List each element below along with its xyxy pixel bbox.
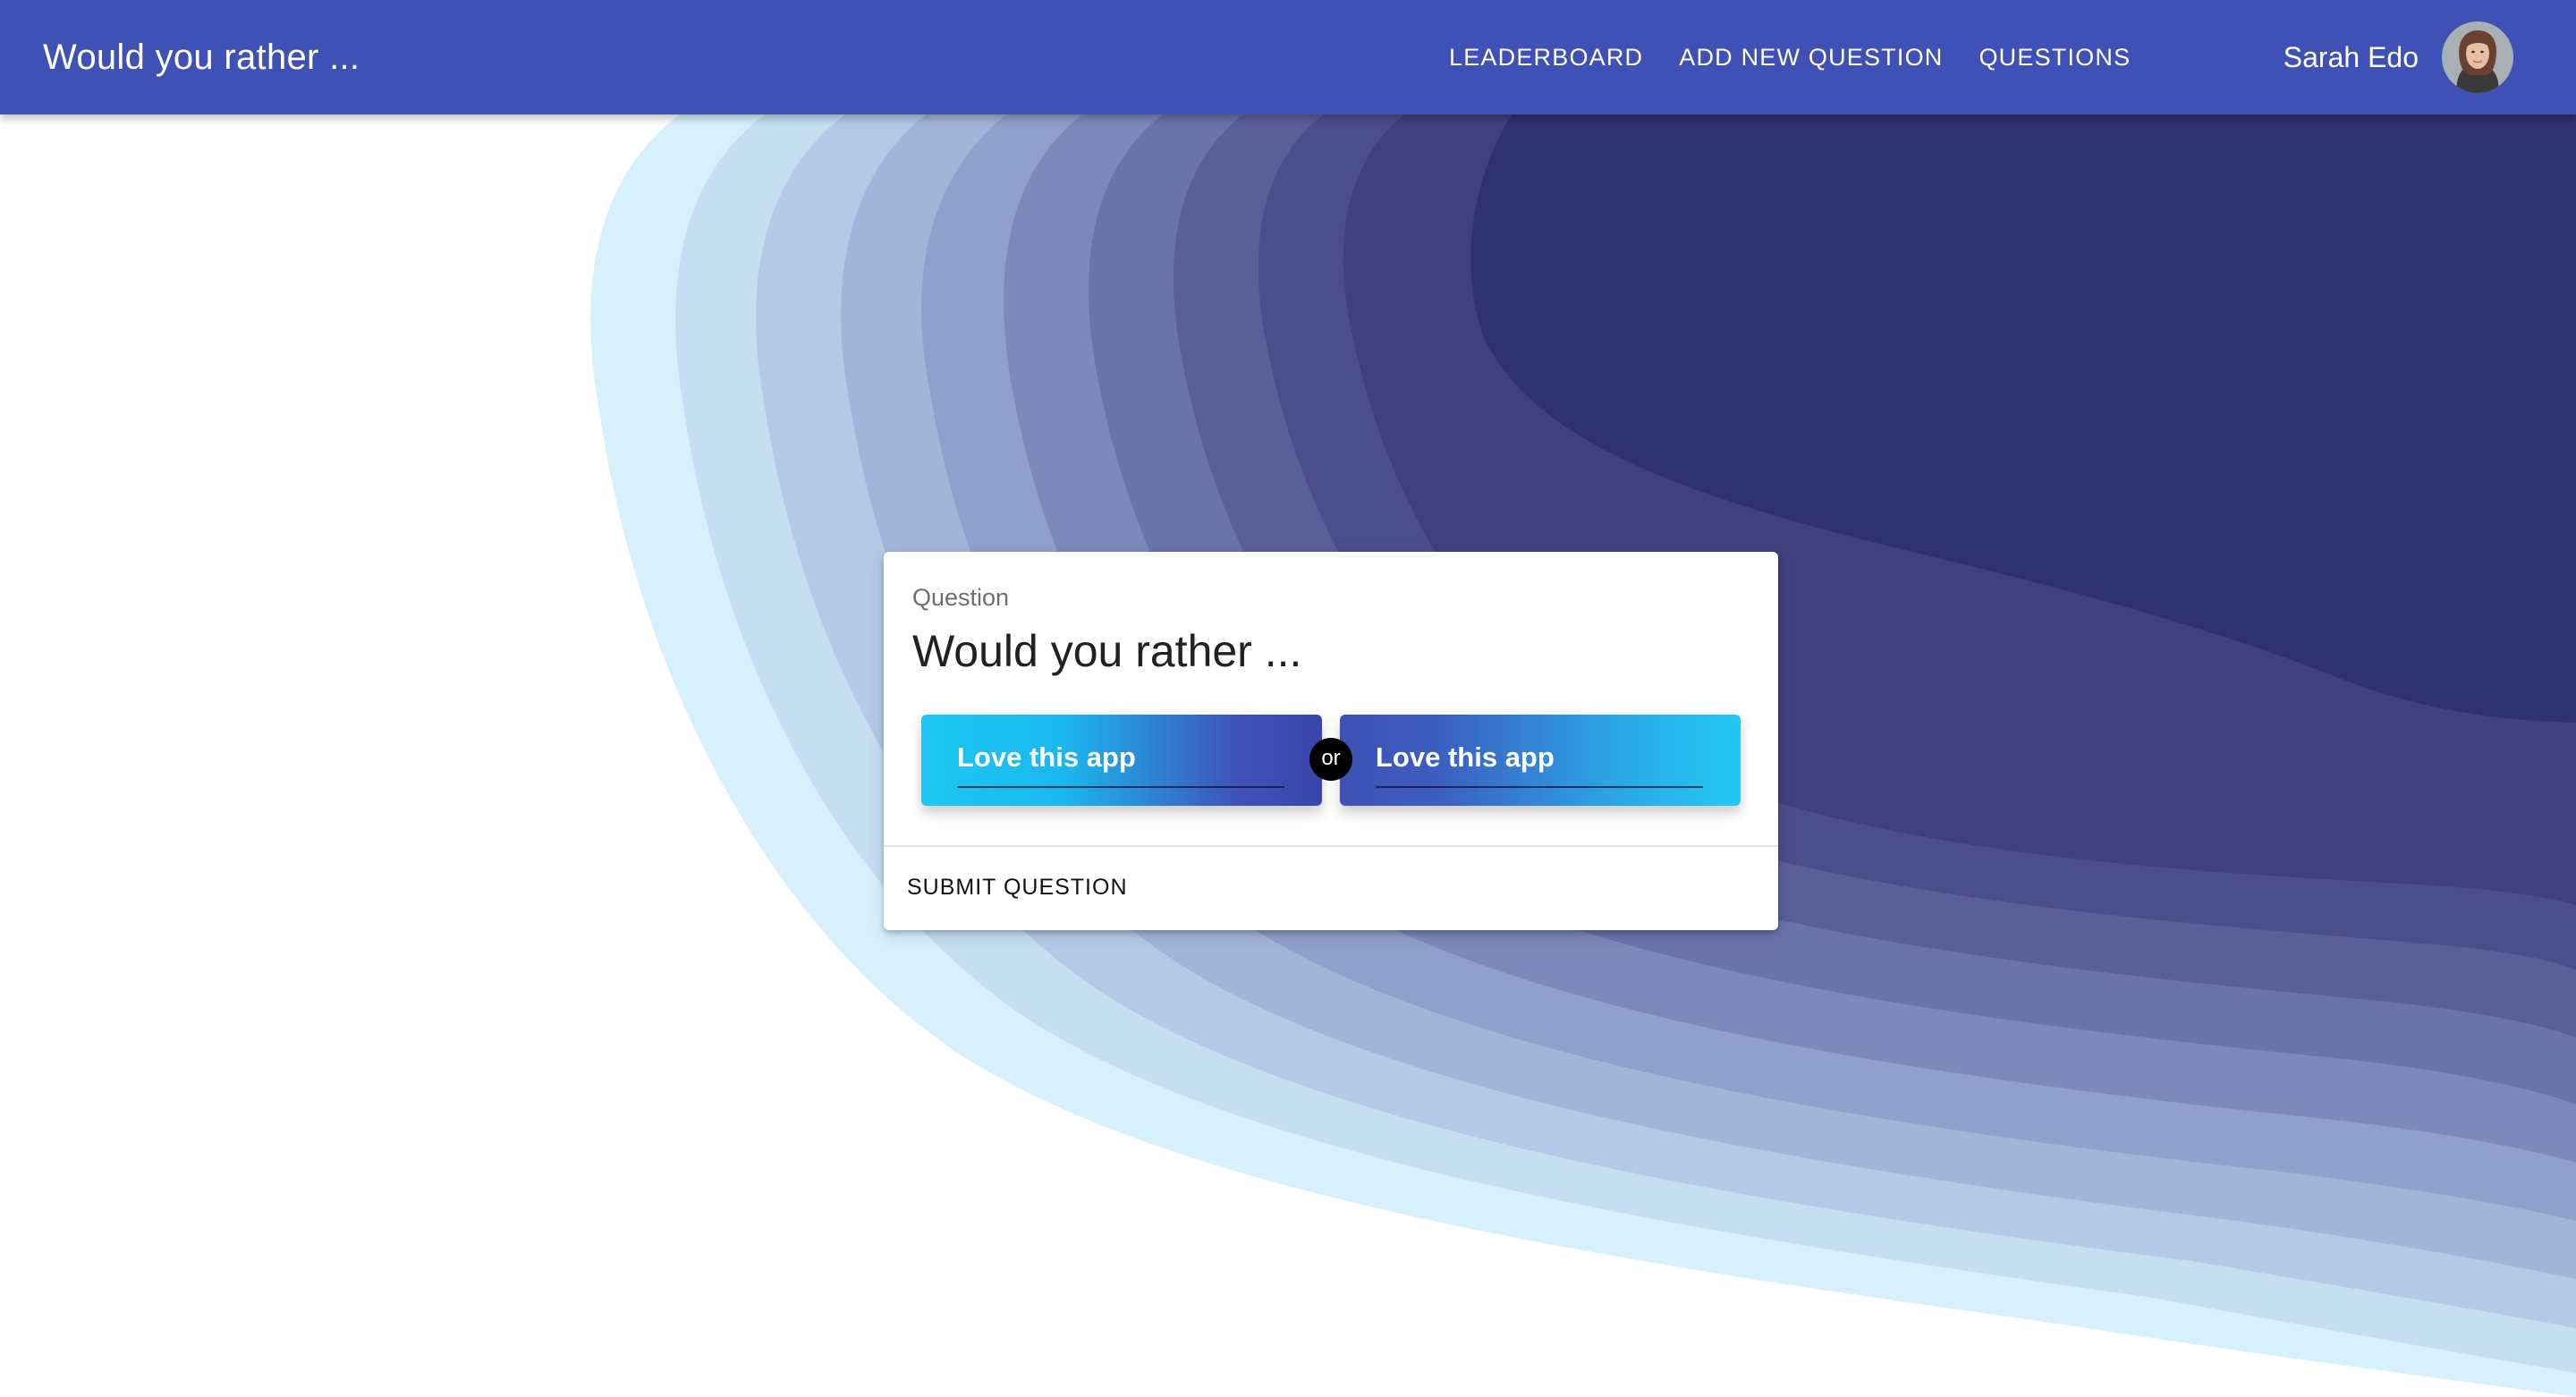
option-one-field[interactable]: Love this app	[921, 715, 1322, 806]
user-name: Sarah Edo	[2283, 40, 2419, 73]
submit-question-button[interactable]: SUBMIT QUESTION	[898, 861, 1137, 913]
avatar[interactable]	[2442, 21, 2513, 93]
option-one-text: Love this app	[957, 741, 1136, 773]
card-label: Question	[912, 584, 1010, 611]
question-card: Question Would you rather ... Love this …	[884, 552, 1778, 930]
user-menu[interactable]: Sarah Edo	[2284, 0, 2513, 114]
or-badge: or	[1309, 738, 1352, 781]
nav-questions[interactable]: QUESTIONS	[1961, 44, 2148, 72]
app-title[interactable]: Would you rather ...	[43, 0, 360, 114]
card-title: Would you rather ...	[912, 626, 1302, 676]
nav-leaderboard[interactable]: LEADERBOARD	[1431, 44, 1661, 72]
app-bar: Would you rather ... LEADERBOARD ADD NEW…	[0, 0, 2576, 114]
option-two-text: Love this app	[1376, 741, 1555, 773]
option-two-underline	[1376, 786, 1703, 788]
option-two-field[interactable]: Love this app	[1340, 715, 1741, 806]
nav-add-new-question[interactable]: ADD NEW QUESTION	[1661, 44, 1961, 72]
page: Would you rather ... LEADERBOARD ADD NEW…	[0, 0, 2576, 1397]
option-one-underline	[957, 786, 1284, 788]
card-divider	[884, 845, 1778, 847]
main-nav: LEADERBOARD ADD NEW QUESTION QUESTIONS	[1431, 0, 2148, 114]
